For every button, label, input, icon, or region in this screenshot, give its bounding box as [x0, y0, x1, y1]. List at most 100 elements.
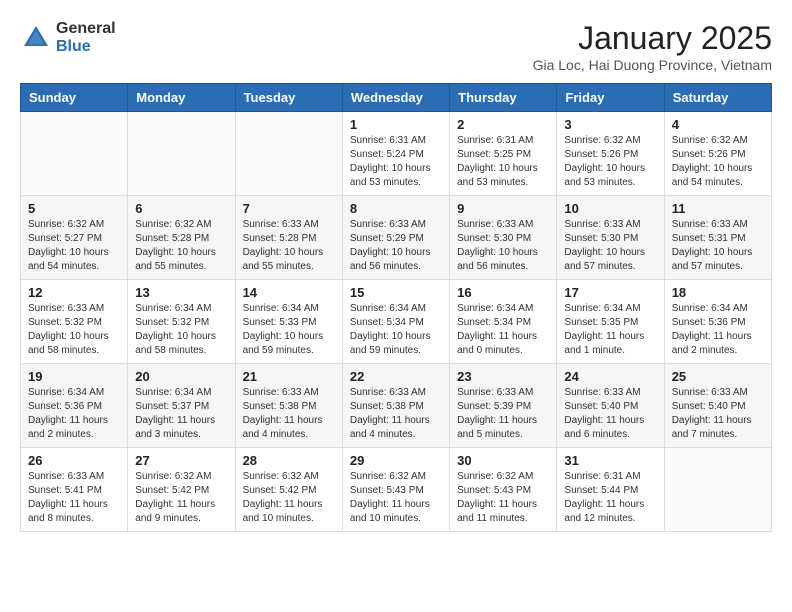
day-number: 21 [243, 369, 335, 384]
week-row-4: 19 Sunrise: 6:34 AMSunset: 5:36 PMDayligh… [21, 364, 772, 448]
day-number: 16 [457, 285, 549, 300]
weekday-header-friday: Friday [557, 84, 664, 112]
weekday-header-row: SundayMondayTuesdayWednesdayThursdayFrid… [21, 84, 772, 112]
day-info: Sunrise: 6:32 AMSunset: 5:28 PMDaylight:… [135, 218, 227, 274]
day-number: 10 [564, 201, 656, 216]
day-number: 20 [135, 369, 227, 384]
page-header: General Blue January 2025 Gia Loc, Hai D… [20, 20, 772, 73]
weekday-header-wednesday: Wednesday [342, 84, 449, 112]
calendar-cell: 1Sunrise: 6:31 AMSunset: 5:24 PMDaylight… [342, 112, 449, 196]
day-number: 8 [350, 201, 442, 216]
day-info: Sunrise: 6:33 AMSunset: 5:28 PMDaylight:… [243, 218, 335, 274]
calendar-cell: 18 Sunrise: 6:34 AMSunset: 5:36 PMDayligh… [664, 280, 771, 364]
calendar-cell: 9 Sunrise: 6:33 AMSunset: 5:30 PMDaylight… [450, 196, 557, 280]
calendar-cell [128, 112, 235, 196]
day-info: Sunrise: 6:34 AMSunset: 5:36 PMDaylight:… [28, 386, 120, 442]
logo-text: General Blue [56, 20, 116, 55]
weekday-header-saturday: Saturday [664, 84, 771, 112]
day-info: Sunrise: 6:33 AMSunset: 5:32 PMDaylight:… [28, 302, 120, 358]
day-info: Sunrise: 6:34 AMSunset: 5:34 PMDaylight:… [350, 302, 442, 358]
week-row-3: 12 Sunrise: 6:33 AMSunset: 5:32 PMDayligh… [21, 280, 772, 364]
calendar-cell: 17 Sunrise: 6:34 AMSunset: 5:35 PMDayligh… [557, 280, 664, 364]
weekday-header-thursday: Thursday [450, 84, 557, 112]
day-info: Sunrise: 6:34 AMSunset: 5:36 PMDaylight:… [672, 302, 764, 358]
day-number: 24 [564, 369, 656, 384]
week-row-5: 26Sunrise: 6:33 AMSunset: 5:41 PMDayligh… [21, 448, 772, 532]
day-info: Sunrise: 6:34 AMSunset: 5:35 PMDaylight:… [564, 302, 656, 358]
day-number: 6 [135, 201, 227, 216]
calendar-cell: 28Sunrise: 6:32 AMSunset: 5:42 PMDayligh… [235, 448, 342, 532]
calendar-cell: 24 Sunrise: 6:33 AMSunset: 5:40 PMDayligh… [557, 364, 664, 448]
day-info: Sunrise: 6:33 AMSunset: 5:30 PMDaylight:… [457, 218, 549, 274]
day-info: Sunrise: 6:34 AMSunset: 5:37 PMDaylight:… [135, 386, 227, 442]
title-block: January 2025 Gia Loc, Hai Duong Province… [533, 20, 772, 73]
day-info: Sunrise: 6:33 AMSunset: 5:40 PMDaylight:… [564, 386, 656, 442]
calendar-cell: 8 Sunrise: 6:33 AMSunset: 5:29 PMDaylight… [342, 196, 449, 280]
logo-general-text: General [56, 20, 116, 38]
day-info: Sunrise: 6:33 AMSunset: 5:41 PMDaylight:… [28, 470, 120, 526]
day-number: 9 [457, 201, 549, 216]
day-number: 7 [243, 201, 335, 216]
day-info: Sunrise: 6:32 AMSunset: 5:42 PMDaylight:… [135, 470, 227, 526]
day-number: 4 [672, 117, 764, 132]
day-info: Sunrise: 6:33 AMSunset: 5:31 PMDaylight:… [672, 218, 764, 274]
day-number: 31 [564, 453, 656, 468]
logo-blue-text: Blue [56, 38, 116, 56]
calendar-cell: 15 Sunrise: 6:34 AMSunset: 5:34 PMDayligh… [342, 280, 449, 364]
day-info: Sunrise: 6:34 AMSunset: 5:32 PMDaylight:… [135, 302, 227, 358]
day-number: 27 [135, 453, 227, 468]
day-info: Sunrise: 6:33 AMSunset: 5:30 PMDaylight:… [564, 218, 656, 274]
day-number: 18 [672, 285, 764, 300]
location-subtitle: Gia Loc, Hai Duong Province, Vietnam [533, 57, 772, 73]
day-info: Sunrise: 6:34 AMSunset: 5:33 PMDaylight:… [243, 302, 335, 358]
day-number: 29 [350, 453, 442, 468]
day-number: 13 [135, 285, 227, 300]
day-info: Sunrise: 6:33 AMSunset: 5:39 PMDaylight:… [457, 386, 549, 442]
day-info: Sunrise: 6:32 AMSunset: 5:26 PMDaylight:… [672, 134, 764, 190]
logo-icon [20, 22, 52, 54]
calendar-cell [21, 112, 128, 196]
day-number: 25 [672, 369, 764, 384]
day-info: Sunrise: 6:33 AMSunset: 5:29 PMDaylight:… [350, 218, 442, 274]
logo: General Blue [20, 20, 116, 55]
day-info: Sunrise: 6:32 AMSunset: 5:43 PMDaylight:… [350, 470, 442, 526]
weekday-header-monday: Monday [128, 84, 235, 112]
day-number: 14 [243, 285, 335, 300]
day-info: Sunrise: 6:32 AMSunset: 5:27 PMDaylight:… [28, 218, 120, 274]
day-info: Sunrise: 6:32 AMSunset: 5:26 PMDaylight:… [564, 134, 656, 190]
day-info: Sunrise: 6:33 AMSunset: 5:38 PMDaylight:… [350, 386, 442, 442]
day-info: Sunrise: 6:33 AMSunset: 5:40 PMDaylight:… [672, 386, 764, 442]
calendar-cell: 14 Sunrise: 6:34 AMSunset: 5:33 PMDayligh… [235, 280, 342, 364]
calendar-cell: 22 Sunrise: 6:33 AMSunset: 5:38 PMDayligh… [342, 364, 449, 448]
calendar-cell: 16 Sunrise: 6:34 AMSunset: 5:34 PMDayligh… [450, 280, 557, 364]
day-number: 15 [350, 285, 442, 300]
calendar-cell: 10 Sunrise: 6:33 AMSunset: 5:30 PMDayligh… [557, 196, 664, 280]
calendar-cell: 25 Sunrise: 6:33 AMSunset: 5:40 PMDayligh… [664, 364, 771, 448]
calendar-cell: 12 Sunrise: 6:33 AMSunset: 5:32 PMDayligh… [21, 280, 128, 364]
calendar-cell: 4 Sunrise: 6:32 AMSunset: 5:26 PMDaylight… [664, 112, 771, 196]
day-number: 12 [28, 285, 120, 300]
calendar-cell: 2Sunrise: 6:31 AMSunset: 5:25 PMDaylight… [450, 112, 557, 196]
day-number: 3 [564, 117, 656, 132]
day-info: Sunrise: 6:31 AMSunset: 5:44 PMDaylight:… [564, 470, 656, 526]
day-number: 5 [28, 201, 120, 216]
calendar-cell: 21Sunrise: 6:33 AMSunset: 5:38 PMDayligh… [235, 364, 342, 448]
calendar-table: SundayMondayTuesdayWednesdayThursdayFrid… [20, 83, 772, 532]
day-info: Sunrise: 6:34 AMSunset: 5:34 PMDaylight:… [457, 302, 549, 358]
calendar-cell: 30Sunrise: 6:32 AMSunset: 5:43 PMDayligh… [450, 448, 557, 532]
calendar-cell: 20 Sunrise: 6:34 AMSunset: 5:37 PMDayligh… [128, 364, 235, 448]
day-info: Sunrise: 6:32 AMSunset: 5:42 PMDaylight:… [243, 470, 335, 526]
day-number: 30 [457, 453, 549, 468]
calendar-cell: 27 Sunrise: 6:32 AMSunset: 5:42 PMDayligh… [128, 448, 235, 532]
calendar-cell: 11 Sunrise: 6:33 AMSunset: 5:31 PMDayligh… [664, 196, 771, 280]
day-number: 19 [28, 369, 120, 384]
day-number: 2 [457, 117, 549, 132]
calendar-cell: 13 Sunrise: 6:34 AMSunset: 5:32 PMDayligh… [128, 280, 235, 364]
day-number: 22 [350, 369, 442, 384]
day-number: 17 [564, 285, 656, 300]
weekday-header-tuesday: Tuesday [235, 84, 342, 112]
calendar-cell: 3 Sunrise: 6:32 AMSunset: 5:26 PMDaylight… [557, 112, 664, 196]
weekday-header-sunday: Sunday [21, 84, 128, 112]
day-number: 11 [672, 201, 764, 216]
day-number: 23 [457, 369, 549, 384]
